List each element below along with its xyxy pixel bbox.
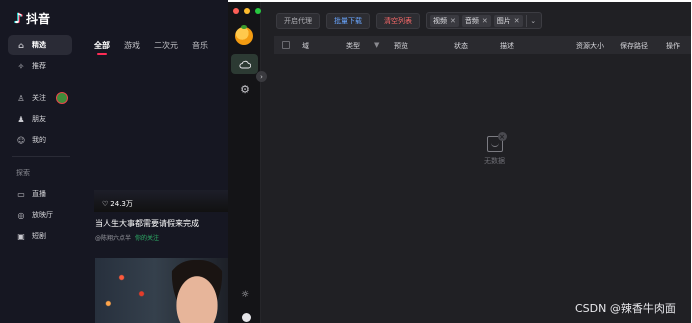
tool-sidebar: ⚙ ☼ [228,2,261,323]
sidebar-item-cinema[interactable]: ◎ 放映厅 [8,205,72,225]
active-tab-indicator [97,53,107,55]
sidebar-section-label: 探索 [16,169,30,177]
sidebar-item-label: 朋友 [32,115,46,123]
column-domain[interactable]: 域 [302,41,309,51]
sidebar-divider [12,156,70,157]
nav-resources-button[interactable] [231,54,258,74]
close-icon[interactable]: ✕ [482,17,488,25]
follow-badge: 你的关注 [135,235,160,242]
video-like-count: ♡ 24.3万 [102,199,133,209]
video-title[interactable]: 当人生大事都需要请假来完成 [95,218,199,229]
close-icon[interactable]: ✕ [514,17,520,25]
heart-icon: ♡ [102,200,109,208]
drama-icon: ▣ [17,231,25,241]
like-count-text: 24.3万 [110,200,133,208]
select-all-checkbox[interactable] [282,41,290,49]
filter-chip-label: 图片 [496,16,511,25]
sidebar-item-mine[interactable]: ☺ 我的 [8,130,72,150]
feed-tabs: 全部 游戏 二次元 音乐 [94,40,208,51]
app-logo-orange [235,25,253,45]
column-preview: 预览 [394,42,408,50]
type-filter-select[interactable]: 视频 ✕ 音频 ✕ 图片 ✕ ⌄ [426,12,542,29]
tab-anime[interactable]: 二次元 [154,40,178,51]
sidebar-item-live[interactable]: ▭ 直播 [8,184,72,204]
tab-all[interactable]: 全部 [94,40,110,51]
douyin-window: ♪ 抖音 ⌂ 精选 ✧ 推荐 ♙ 关注 ♟ 朋友 ☺ 我的 探索 ▭ 直播 ◎ … [0,0,228,323]
column-description: 描述 [500,42,514,50]
video-thumbnail-image[interactable] [95,258,228,323]
column-status: 状态 [454,42,468,50]
sidebar-item-label: 放映厅 [32,211,53,219]
user-follow-icon: ♙ [17,93,25,103]
douyin-app-name: 抖音 [25,12,50,26]
empty-state-text: 无数据 [484,157,505,165]
video-thumbnail-face [165,260,228,323]
resource-table-body: × 无数据 [274,54,691,323]
enable-proxy-button[interactable]: 开启代理 [276,12,320,29]
theme-sun-icon[interactable]: ☼ [241,290,249,300]
sidebar-item-drama[interactable]: ▣ 短剧 [8,226,72,246]
chevron-down-icon[interactable]: ⌄ [525,14,538,27]
clear-list-button[interactable]: 清空列表 [376,12,420,29]
filter-chip-label: 视频 [433,16,447,25]
close-icon[interactable]: ✕ [450,17,456,25]
sidebar-item-label: 精选 [32,41,46,49]
csdn-watermark: CSDN @辣香牛肉面 [575,302,676,315]
filter-icon[interactable]: ▼ [374,41,379,49]
column-type[interactable]: 类型 [346,41,360,51]
douyin-sidebar: ♪ 抖音 ⌂ 精选 ✧ 推荐 ♙ 关注 ♟ 朋友 ☺ 我的 探索 ▭ 直播 ◎ … [0,0,80,323]
filter-chip-video[interactable]: 视频 ✕ [430,14,459,27]
window-minimize-button[interactable] [244,8,250,14]
empty-inbox-icon: × [486,132,507,152]
github-icon[interactable] [242,313,251,322]
filter-chip-image[interactable]: 图片 ✕ [493,14,523,27]
tab-music[interactable]: 音乐 [192,40,208,51]
no-data-x-icon: × [497,132,507,141]
friends-icon: ♟ [17,114,25,124]
column-save-path: 保存路径 [620,42,648,50]
column-size[interactable]: 资源大小 [576,41,604,51]
video-meta: @陈翔六点半 你的关注 [95,233,159,242]
toolbar: 开启代理 批量下载 清空列表 视频 ✕ 音频 ✕ 图片 ✕ ⌄ [276,12,542,29]
filter-chip-audio[interactable]: 音频 ✕ [461,14,491,27]
sidebar-item-featured[interactable]: ⌂ 精选 [8,35,72,55]
compass-icon: ✧ [17,61,25,71]
sidebar-item-friends[interactable]: ♟ 朋友 [8,109,72,129]
douyin-logo[interactable]: ♪ 抖音 [14,10,50,27]
table-header: 域 类型 ▼ 预览 状态 描述 资源大小 保存路径 操作 [274,36,691,54]
sidebar-item-label: 短剧 [32,232,46,240]
window-close-button[interactable] [233,8,239,14]
tab-games[interactable]: 游戏 [124,40,140,51]
sidebar-item-recommend[interactable]: ✧ 推荐 [8,56,72,76]
live-icon: ▭ [17,189,25,199]
sidebar-item-label: 我的 [32,136,46,144]
tiktok-note-icon: ♪ [14,10,23,27]
column-actions: 操作 [666,42,680,50]
video-author[interactable]: @陈翔六点半 [95,233,131,242]
batch-download-button[interactable]: 批量下载 [326,12,370,29]
window-maximize-button[interactable] [255,8,261,14]
sidebar-item-label: 关注 [32,94,46,102]
empty-state: × 无数据 [484,132,507,166]
filter-chip-label: 音频 [464,16,479,25]
chevron-right-icon[interactable]: › [256,71,267,82]
downloader-window: ⚙ ☼ › 开启代理 批量下载 清空列表 视频 ✕ 音频 ✕ 图片 ✕ ⌄ 域 … [228,2,691,323]
home-icon: ⌂ [18,40,24,50]
sidebar-item-label: 直播 [32,190,46,198]
cinema-icon: ◎ [17,210,25,220]
profile-icon: ☺ [16,135,26,145]
cloud-icon [238,60,251,68]
douyin-feed: 全部 游戏 二次元 音乐 ♡ 24.3万 当人生大事都需要请假来完成 @陈翔六点… [80,0,228,323]
sidebar-item-label: 推荐 [32,62,46,70]
gear-icon[interactable]: ⚙ [238,82,252,96]
following-avatar[interactable] [56,92,68,104]
